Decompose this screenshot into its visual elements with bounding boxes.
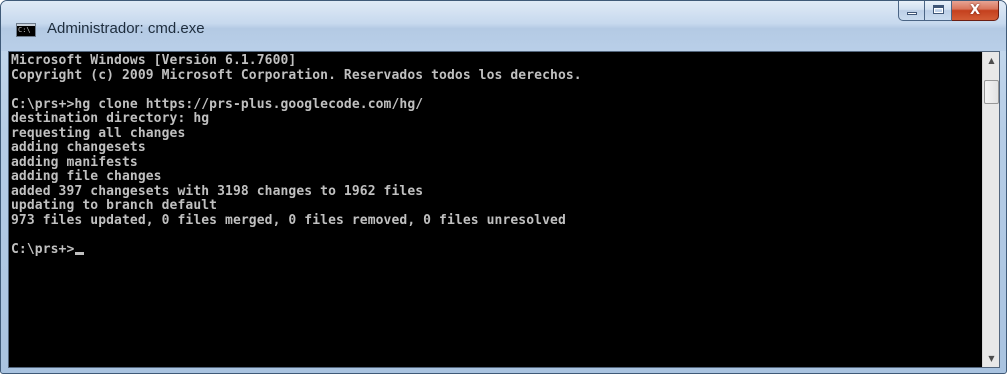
console-line: requesting all changes (11, 125, 186, 141)
maximize-button[interactable] (925, 1, 952, 21)
maximize-icon (933, 5, 944, 14)
scrollbar-thumb[interactable] (984, 80, 999, 104)
console-prompt-line[interactable]: C:\prs+> (11, 241, 981, 258)
window-title: Administrador: cmd.exe (47, 20, 205, 37)
cmd-icon-text: C:\ (18, 26, 31, 34)
vertical-scrollbar[interactable]: ▲ ▼ (982, 52, 999, 367)
scroll-up-arrow-icon[interactable]: ▲ (983, 52, 1000, 69)
console-line: Microsoft Windows [Versión 6.1.7600] (11, 54, 297, 68)
minimize-icon (907, 12, 917, 15)
console-line: adding file changes (11, 169, 162, 184)
console-area[interactable]: Microsoft Windows [Versión 6.1.7600] Cop… (8, 51, 1000, 368)
console-line: added 397 changesets with 3198 changes t… (11, 183, 424, 199)
console-prompt: C:\prs+> (11, 241, 75, 257)
cmd-console-icon[interactable]: C:\ (16, 23, 36, 37)
title-bar[interactable]: C:\ Administrador: cmd.exe X (1, 1, 1006, 51)
console-line: 973 files updated, 0 files merged, 0 fil… (11, 212, 566, 228)
console-line: C:\prs+>hg clone https://prs-plus.google… (11, 96, 424, 112)
console-line: adding manifests (11, 154, 138, 170)
minimize-button[interactable] (898, 1, 925, 21)
scroll-down-arrow-icon[interactable]: ▼ (983, 350, 1000, 367)
console-output[interactable]: Microsoft Windows [Versión 6.1.7600] Cop… (11, 54, 981, 365)
close-icon: X (969, 3, 981, 18)
cmd-window: C:\ Administrador: cmd.exe X Microsoft W… (0, 0, 1007, 374)
console-line: adding changesets (11, 140, 146, 155)
close-button[interactable]: X (952, 1, 999, 21)
caption-buttons: X (898, 1, 999, 22)
console-line: Copyright (c) 2009 Microsoft Corporation… (11, 67, 582, 83)
console-line: updating to branch default (11, 198, 218, 213)
console-line: destination directory: hg (11, 111, 210, 126)
text-cursor (75, 251, 85, 255)
